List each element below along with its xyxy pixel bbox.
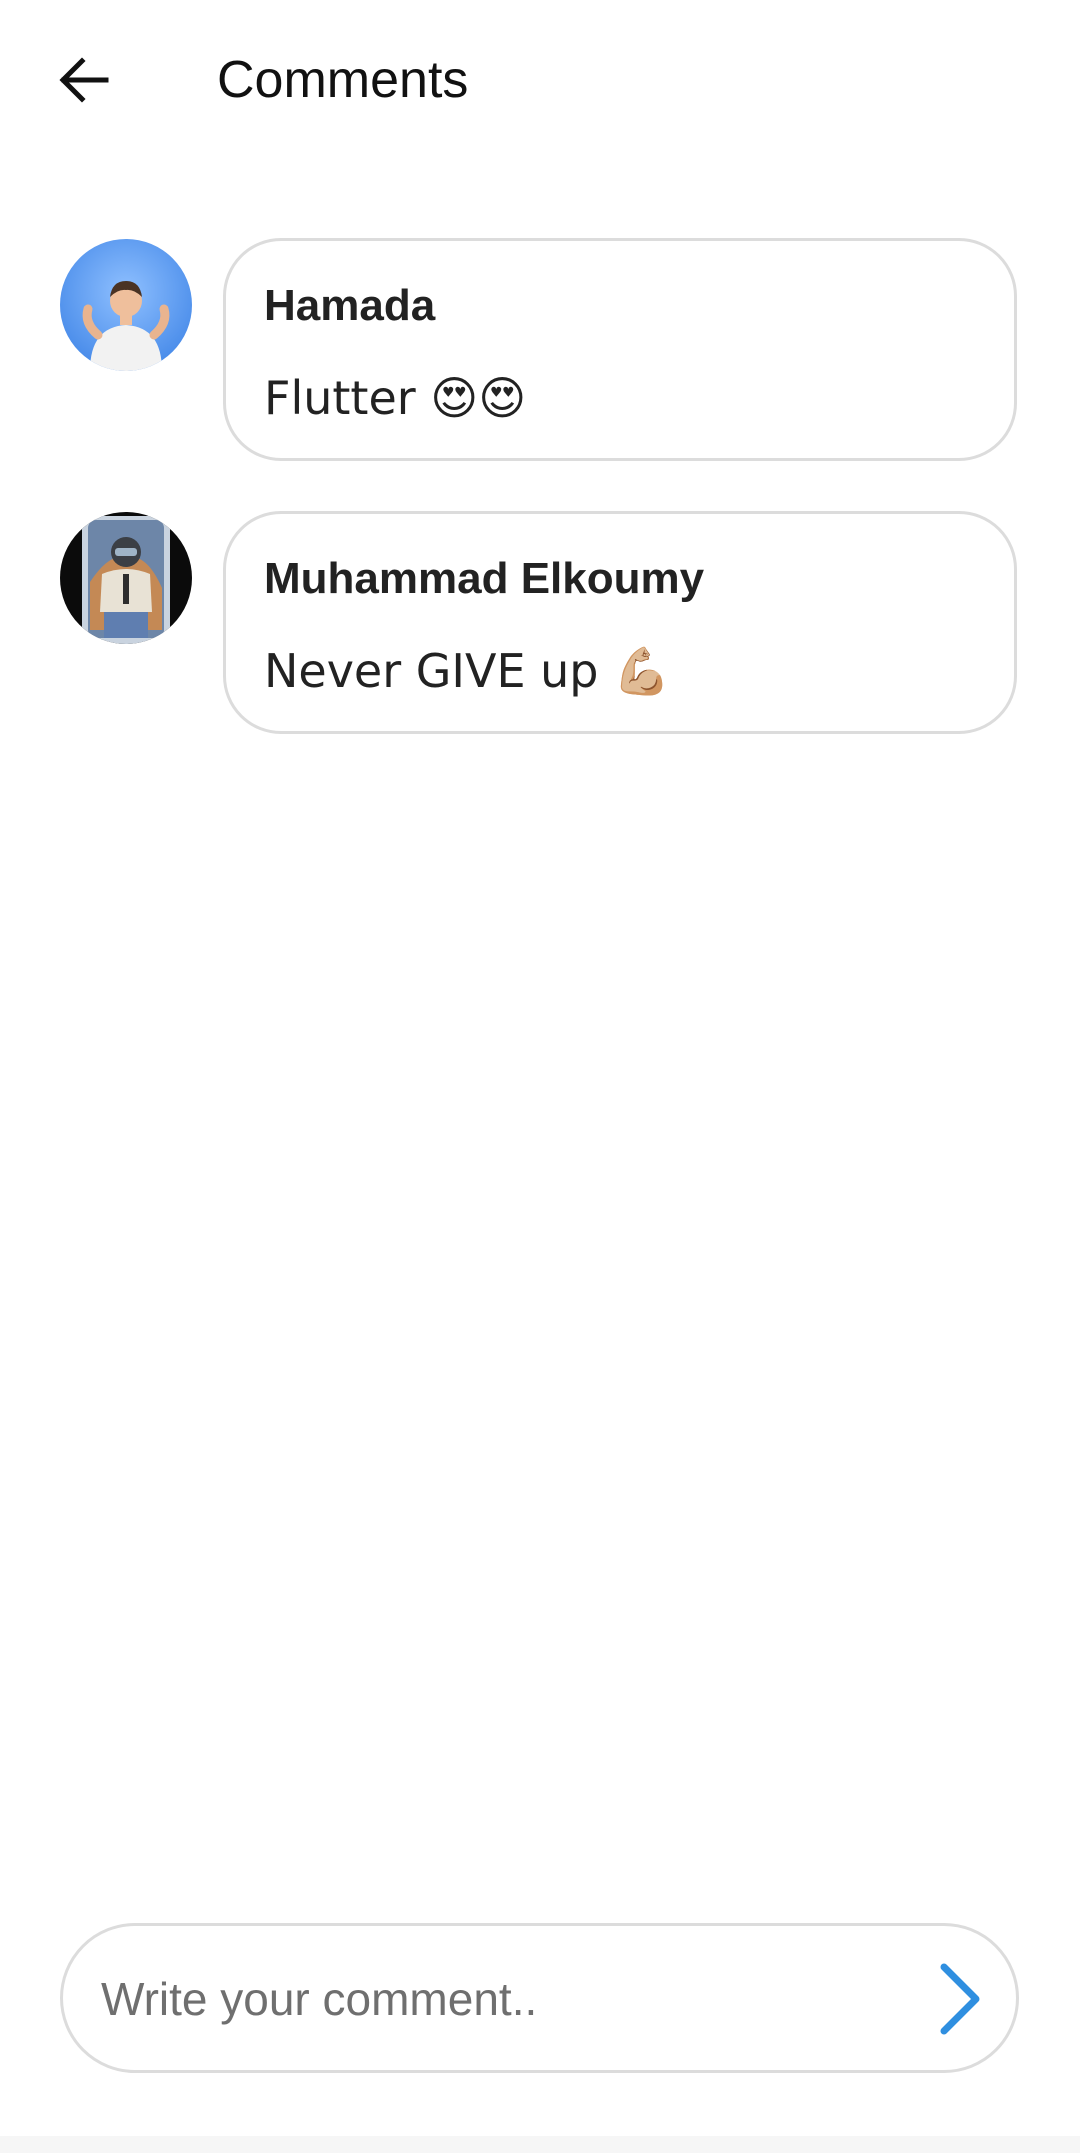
avatar[interactable] — [60, 239, 192, 371]
comment-text: Never GIVE up 💪🏼 — [264, 644, 671, 698]
comments-list: Hamada Flutter 😍😍 Muhammad Elkoumy Never… — [0, 238, 1080, 784]
chevron-right-icon — [940, 1963, 980, 2035]
comment-author: Hamada — [264, 281, 436, 330]
page-title: Comments — [217, 51, 469, 109]
arrow-back-icon — [59, 57, 109, 103]
comment-text: Flutter 😍😍 — [264, 371, 527, 425]
comment-bubble[interactable]: Hamada Flutter 😍😍 — [223, 238, 1017, 461]
avatar-photo-icon — [60, 512, 192, 644]
comment-item: Muhammad Elkoumy Never GIVE up 💪🏼 — [0, 511, 1080, 738]
avatar[interactable] — [60, 512, 192, 644]
send-button[interactable] — [913, 1954, 1003, 2044]
app-bar: Comments — [0, 0, 1080, 165]
back-button[interactable] — [50, 46, 118, 114]
avatar-photo-icon — [60, 239, 192, 371]
system-nav-bar — [0, 2136, 1080, 2153]
comment-composer — [60, 1923, 1019, 2073]
comment-item: Hamada Flutter 😍😍 — [0, 238, 1080, 465]
comment-author: Muhammad Elkoumy — [264, 554, 705, 603]
comment-input[interactable] — [99, 1956, 883, 2042]
comment-bubble[interactable]: Muhammad Elkoumy Never GIVE up 💪🏼 — [223, 511, 1017, 734]
